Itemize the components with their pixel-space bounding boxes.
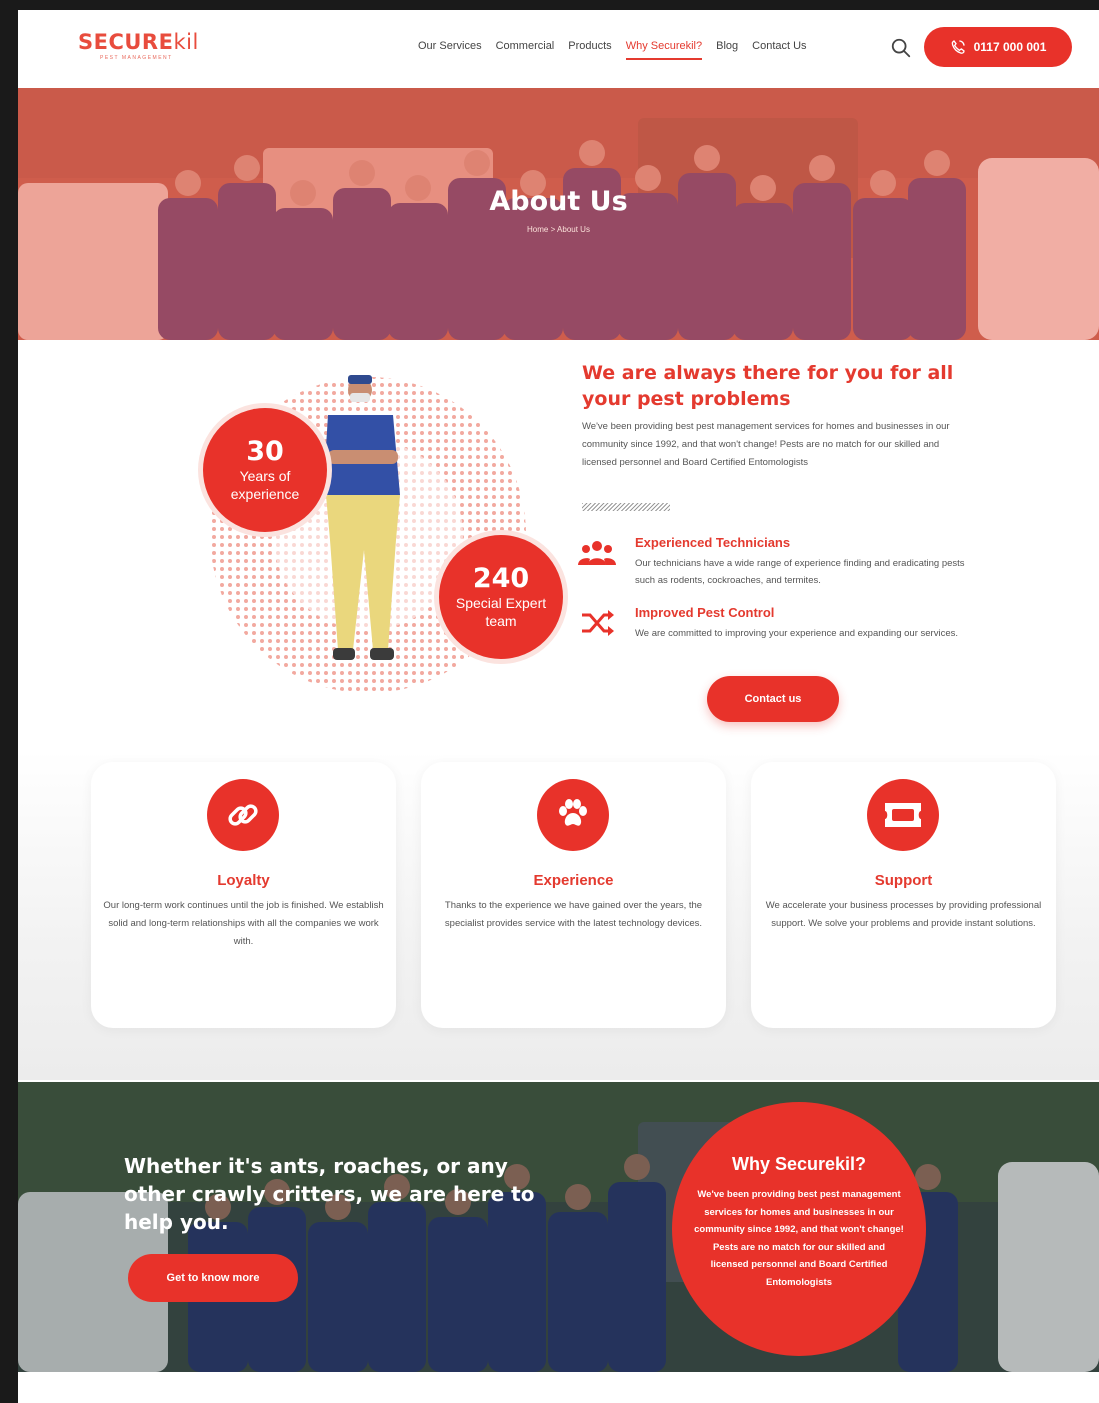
paw-icon [559, 799, 587, 826]
brand-name-accent: kil [173, 30, 199, 54]
contact-us-button[interactable]: Contact us [707, 676, 839, 722]
phone-number: 0117 000 001 [973, 40, 1047, 54]
banner-headline: Whether it's ants, roaches, or any other… [124, 1154, 535, 1234]
cta-banner: Whether it's ants, roaches, or any other… [18, 1082, 1099, 1372]
phone-icon [951, 40, 965, 54]
nav-item-blog[interactable]: Blog [716, 40, 738, 60]
get-to-know-more-button[interactable]: Get to know more [128, 1254, 298, 1302]
main-nav: Our Services Commercial Products Why Sec… [418, 40, 807, 60]
brand-tagline: PEST MANAGEMENT [100, 55, 173, 61]
card-title: Loyalty [217, 872, 270, 889]
why-securekil-circle: Why Securekil? We've been providing best… [672, 1102, 926, 1356]
card-text: Our long-term work continues until the j… [103, 900, 384, 947]
why-text: We've been providing best pest managemen… [694, 1189, 904, 1288]
feature-title: Experienced Technicians [635, 535, 791, 550]
card-experience: Experience Thanks to the experience we h… [421, 762, 726, 1028]
stat-team-label: Special Expert team [455, 595, 547, 629]
feature-improved-pest-control: Improved Pest Control We are committed t… [578, 605, 978, 665]
shuffle-icon [582, 610, 614, 636]
card-icon-circle [867, 779, 939, 851]
section-divider [582, 503, 670, 511]
feature-title: Improved Pest Control [635, 605, 775, 620]
nav-item-contact-us[interactable]: Contact Us [752, 40, 806, 60]
why-title: Why Securekil? [731, 1154, 867, 1174]
card-icon-circle [207, 779, 279, 851]
link-icon [228, 804, 258, 826]
card-title: Support [874, 872, 933, 889]
about-title: We are always there for you for all your… [582, 362, 954, 410]
site-header: SECUREkil PEST MANAGEMENT Our Services C… [18, 10, 1099, 88]
search-icon[interactable] [890, 37, 912, 59]
stat-years-experience: 30 Years of experience [203, 408, 327, 532]
card-icon-circle [537, 779, 609, 851]
stat-years-label: Years of experience [230, 468, 300, 502]
brand-name-main: SECURE [78, 30, 174, 54]
feature-text: Our technicians have a wide range of exp… [635, 558, 965, 586]
card-text: Thanks to the experience we have gained … [444, 900, 703, 929]
hero-title: About Us [489, 186, 628, 217]
nav-item-our-services[interactable]: Our Services [418, 40, 482, 60]
card-title: Experience [533, 872, 614, 889]
stat-team-number: 240 [472, 563, 530, 594]
feature-experienced-technicians: Experienced Technicians Our technicians … [578, 535, 978, 595]
nav-item-products[interactable]: Products [568, 40, 611, 60]
card-support: Support We accelerate your business proc… [751, 762, 1056, 1028]
team-icon [578, 541, 616, 565]
card-text: We accelerate your business processes by… [765, 900, 1042, 929]
brand-logo[interactable]: SECUREkil PEST MANAGEMENT [78, 30, 218, 70]
nav-item-commercial[interactable]: Commercial [496, 40, 555, 60]
ticket-icon [885, 803, 921, 827]
card-loyalty: Loyalty Our long-term work continues unt… [91, 762, 396, 1028]
hero-banner: About Us Home > About Us [18, 88, 1099, 340]
feature-text: We are committed to improving your exper… [635, 628, 958, 639]
phone-call-button[interactable]: 0117 000 001 [924, 27, 1072, 67]
breadcrumb: Home > About Us [527, 225, 590, 234]
stat-years-number: 30 [246, 436, 284, 467]
nav-item-why-securekil[interactable]: Why Securekil? [625, 40, 703, 60]
stat-expert-team: 240 Special Expert team [439, 535, 563, 659]
about-text: We've been providing best pest managemen… [582, 421, 950, 468]
page-frame: SECUREkil PEST MANAGEMENT Our Services C… [18, 10, 1099, 1403]
about-visual: 30 Years of experience 240 Special Exper… [178, 365, 563, 695]
